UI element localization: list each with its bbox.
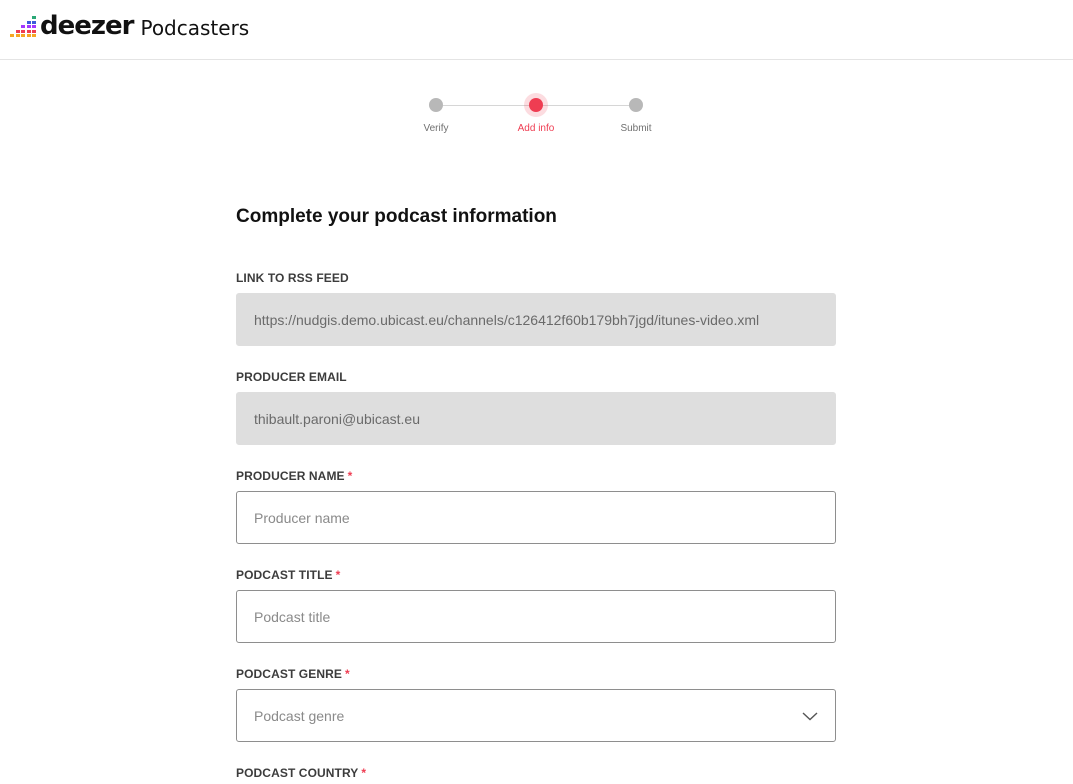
podcast-genre-select[interactable]: Podcast genre — [236, 689, 836, 742]
podcast-title-label: PODCAST TITLE * — [236, 568, 340, 582]
step-verify-dot — [429, 98, 443, 112]
podcast-title-label-text: PODCAST TITLE — [236, 568, 333, 582]
podcast-title-field[interactable] — [236, 590, 836, 643]
producer-name-input[interactable] — [254, 509, 818, 526]
producer-email-field: thibault.paroni@ubicast.eu — [236, 392, 836, 445]
podcast-genre-label: PODCAST GENRE * — [236, 667, 350, 681]
producer-name-label: PRODUCER NAME * — [236, 469, 352, 483]
progress-stepper: Verify Add info Submit — [0, 0, 1073, 140]
form-title: Complete your podcast information — [236, 206, 557, 227]
rss-feed-label: LINK TO RSS FEED — [236, 271, 349, 285]
producer-email-value: thibault.paroni@ubicast.eu — [254, 410, 420, 427]
required-marker: * — [347, 469, 353, 483]
step-submit-label: Submit — [620, 123, 652, 134]
required-marker: * — [361, 766, 367, 780]
podcast-country-label: PODCAST COUNTRY * — [236, 766, 366, 780]
producer-email-label: PRODUCER EMAIL — [236, 370, 347, 384]
required-marker: * — [344, 667, 350, 681]
step-add-info-dot — [529, 98, 543, 112]
podcast-country-label-text: PODCAST COUNTRY — [236, 766, 359, 780]
podcast-genre-label-text: PODCAST GENRE — [236, 667, 342, 681]
producer-name-label-text: PRODUCER NAME — [236, 469, 345, 483]
chevron-down-icon — [802, 711, 818, 720]
step-verify-label: Verify — [423, 123, 449, 134]
rss-feed-field: https://nudgis.demo.ubicast.eu/channels/… — [236, 293, 836, 346]
podcast-genre-placeholder: Podcast genre — [254, 707, 345, 724]
required-marker: * — [335, 568, 341, 582]
step-submit-dot — [629, 98, 643, 112]
rss-feed-value: https://nudgis.demo.ubicast.eu/channels/… — [254, 311, 760, 328]
producer-name-field[interactable] — [236, 491, 836, 544]
podcast-title-input[interactable] — [254, 608, 818, 625]
step-add-info-label: Add info — [517, 123, 555, 134]
